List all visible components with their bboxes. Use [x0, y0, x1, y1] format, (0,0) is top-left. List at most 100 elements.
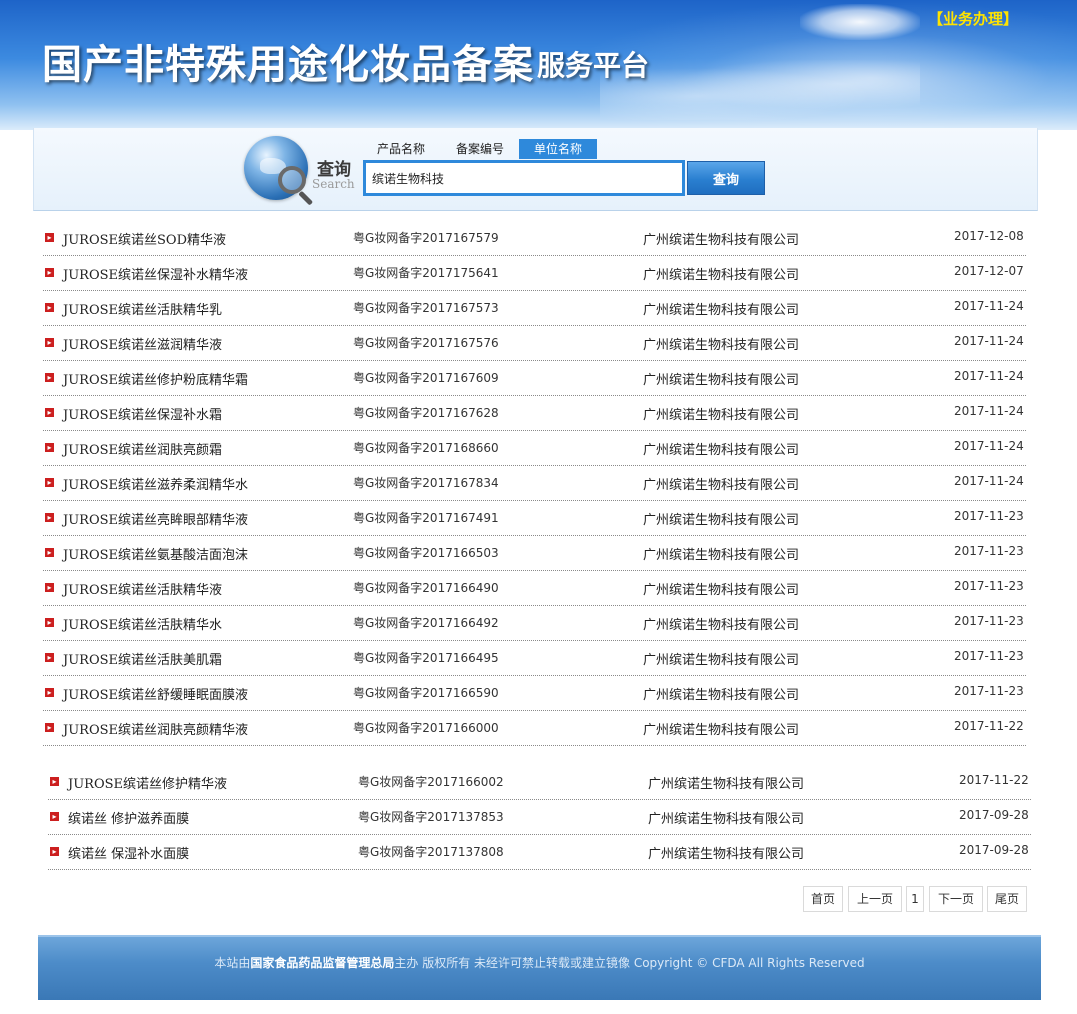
- result-company-name: 广州缤诺生物科技有限公司: [648, 777, 805, 792]
- tab-record-number[interactable]: 备案编号: [444, 139, 516, 159]
- result-product-name[interactable]: JUROSE缤诺丝亮眸眼部精华液: [63, 509, 248, 528]
- arrow-bullet-icon: ▸: [45, 478, 54, 487]
- pager-first-button[interactable]: 首页: [803, 886, 843, 912]
- result-row[interactable]: ▸ JUROSE缤诺丝活肤美肌霜 粤G妆网备字2017166495 广州缤诺生物科技有…: [43, 640, 1026, 676]
- result-record-number: 粤G妆网备字2017137853: [358, 810, 504, 824]
- arrow-bullet-icon: ▸: [50, 812, 59, 821]
- result-date: 2017-11-24: [954, 404, 1024, 418]
- arrow-bullet-icon: ▸: [45, 303, 54, 312]
- arrow-bullet-icon: ▸: [45, 233, 54, 242]
- result-date: 2017-11-24: [954, 334, 1024, 348]
- result-date: 2017-11-24: [954, 299, 1024, 313]
- result-row[interactable]: ▸ JUROSE缤诺丝活肤精华水 粤G妆网备字2017166492 广州缤诺生物科技有…: [43, 605, 1026, 641]
- pager-next-button[interactable]: 下一页: [929, 886, 983, 912]
- result-product-name[interactable]: 缤诺丝 修护滋养面膜: [68, 808, 189, 827]
- result-date: 2017-12-08: [954, 229, 1024, 243]
- result-row[interactable]: ▸ JUROSE缤诺丝SOD精华液 粤G妆网备字2017167579 广州缤诺生物科技…: [43, 220, 1026, 256]
- result-row[interactable]: ▸ JUROSE缤诺丝保湿补水霜 粤G妆网备字2017167628 广州缤诺生物科技有…: [43, 395, 1026, 431]
- arrow-bullet-icon: ▸: [45, 513, 54, 522]
- result-date: 2017-11-22: [959, 773, 1029, 787]
- result-date: 2017-12-07: [954, 264, 1024, 278]
- result-product-name[interactable]: JUROSE缤诺丝舒缓睡眠面膜液: [63, 684, 248, 703]
- search-input[interactable]: [363, 160, 685, 196]
- result-product-name[interactable]: JUROSE缤诺丝活肤精华乳: [63, 299, 222, 318]
- result-product-name[interactable]: JUROSE缤诺丝润肤亮颜霜: [63, 439, 222, 458]
- result-row[interactable]: ▸ JUROSE缤诺丝保湿补水精华液 粤G妆网备字2017175641 广州缤诺生物科…: [43, 255, 1026, 291]
- result-record-number: 粤G妆网备字2017167628: [353, 406, 499, 420]
- result-date: 2017-11-24: [954, 439, 1024, 453]
- tab-product-name[interactable]: 产品名称: [366, 139, 436, 159]
- arrow-bullet-icon: ▸: [45, 338, 54, 347]
- result-product-name[interactable]: JUROSE缤诺丝保湿补水霜: [63, 404, 222, 423]
- tab-company-name[interactable]: 单位名称: [519, 139, 597, 159]
- result-date: 2017-11-24: [954, 474, 1024, 488]
- arrow-bullet-icon: ▸: [45, 618, 54, 627]
- result-row[interactable]: ▸ JUROSE缤诺丝舒缓睡眠面膜液 粤G妆网备字2017166590 广州缤诺生物科…: [43, 675, 1026, 711]
- result-record-number: 粤G妆网备字2017166590: [353, 686, 499, 700]
- arrow-bullet-icon: ▸: [45, 443, 54, 452]
- result-product-name[interactable]: JUROSE缤诺丝活肤精华水: [63, 614, 222, 633]
- result-company-name: 广州缤诺生物科技有限公司: [643, 338, 800, 353]
- result-product-name[interactable]: JUROSE缤诺丝滋养柔润精华水: [63, 474, 248, 493]
- result-row[interactable]: ▸ 缤诺丝 保湿补水面膜 粤G妆网备字2017137808 广州缤诺生物科技有限公司 2…: [48, 834, 1031, 870]
- result-row[interactable]: ▸ JUROSE缤诺丝修护粉底精华霜 粤G妆网备字2017167609 广州缤诺生物科…: [43, 360, 1026, 396]
- result-record-number: 粤G妆网备字2017167609: [353, 371, 499, 385]
- result-date: 2017-11-23: [954, 649, 1024, 663]
- header-cloud-decoration: [800, 4, 920, 40]
- arrow-bullet-icon: ▸: [45, 653, 54, 662]
- globe-search-icon: [244, 136, 314, 206]
- arrow-bullet-icon: ▸: [45, 373, 54, 382]
- result-product-name[interactable]: JUROSE缤诺丝修护精华液: [68, 773, 227, 792]
- result-product-name[interactable]: 缤诺丝 保湿补水面膜: [68, 843, 189, 862]
- arrow-bullet-icon: ▸: [45, 408, 54, 417]
- result-row[interactable]: ▸ JUROSE缤诺丝滋润精华液 粤G妆网备字2017167576 广州缤诺生物科技有…: [43, 325, 1026, 361]
- result-record-number: 粤G妆网备字2017166002: [358, 775, 504, 789]
- site-subtitle: 服务平台: [537, 49, 650, 82]
- result-product-name[interactable]: JUROSE缤诺丝修护粉底精华霜: [63, 369, 248, 388]
- result-company-name: 广州缤诺生物科技有限公司: [643, 618, 800, 633]
- result-date: 2017-11-23: [954, 614, 1024, 628]
- result-product-name[interactable]: JUROSE缤诺丝润肤亮颜精华液: [63, 719, 248, 738]
- result-date: 2017-11-23: [954, 509, 1024, 523]
- result-company-name: 广州缤诺生物科技有限公司: [643, 373, 800, 388]
- footer-org-link[interactable]: 国家食品药品监督管理总局: [250, 956, 394, 970]
- footer-suffix: 主办 版权所有 未经许可禁止转载或建立镜像 Copyright © CFDA A…: [394, 956, 865, 970]
- result-row[interactable]: ▸ JUROSE缤诺丝活肤精华乳 粤G妆网备字2017167573 广州缤诺生物科技有…: [43, 290, 1026, 326]
- arrow-bullet-icon: ▸: [50, 777, 59, 786]
- business-link[interactable]: 【业务办理】: [928, 8, 1018, 29]
- pager-last-button[interactable]: 尾页: [987, 886, 1027, 912]
- result-company-name: 广州缤诺生物科技有限公司: [648, 847, 805, 862]
- result-row[interactable]: ▸ JUROSE缤诺丝亮眸眼部精华液 粤G妆网备字2017167491 广州缤诺生物科…: [43, 500, 1026, 536]
- result-product-name[interactable]: JUROSE缤诺丝SOD精华液: [63, 229, 226, 248]
- result-company-name: 广州缤诺生物科技有限公司: [643, 268, 800, 283]
- pager-current-page[interactable]: 1: [906, 886, 924, 912]
- result-product-name[interactable]: JUROSE缤诺丝滋润精华液: [63, 334, 222, 353]
- result-row[interactable]: ▸ JUROSE缤诺丝活肤精华液 粤G妆网备字2017166490 广州缤诺生物科技有…: [43, 570, 1026, 606]
- pager-prev-button[interactable]: 上一页: [848, 886, 902, 912]
- result-company-name: 广州缤诺生物科技有限公司: [643, 303, 800, 318]
- result-product-name[interactable]: JUROSE缤诺丝氨基酸洁面泡沫: [63, 544, 248, 563]
- result-date: 2017-11-24: [954, 369, 1024, 383]
- result-product-name[interactable]: JUROSE缤诺丝活肤美肌霜: [63, 649, 222, 668]
- result-row[interactable]: ▸ JUROSE缤诺丝修护精华液 粤G妆网备字2017166002 广州缤诺生物科技有…: [48, 764, 1031, 800]
- result-product-name[interactable]: JUROSE缤诺丝保湿补水精华液: [63, 264, 248, 283]
- result-company-name: 广州缤诺生物科技有限公司: [648, 812, 805, 827]
- result-row[interactable]: ▸ JUROSE缤诺丝滋养柔润精华水 粤G妆网备字2017167834 广州缤诺生物科…: [43, 465, 1026, 501]
- result-date: 2017-09-28: [959, 843, 1029, 857]
- result-record-number: 粤G妆网备字2017167491: [353, 511, 499, 525]
- result-record-number: 粤G妆网备字2017166000: [353, 721, 499, 735]
- result-record-number: 粤G妆网备字2017166503: [353, 546, 499, 560]
- arrow-bullet-icon: ▸: [45, 583, 54, 592]
- result-company-name: 广州缤诺生物科技有限公司: [643, 583, 800, 598]
- footer-prefix: 本站由: [214, 956, 251, 970]
- result-product-name[interactable]: JUROSE缤诺丝活肤精华液: [63, 579, 222, 598]
- result-row[interactable]: ▸ JUROSE缤诺丝氨基酸洁面泡沫 粤G妆网备字2017166503 广州缤诺生物科…: [43, 535, 1026, 571]
- result-row[interactable]: ▸ JUROSE缤诺丝润肤亮颜精华液 粤G妆网备字2017166000 广州缤诺生物科…: [43, 710, 1026, 746]
- result-record-number: 粤G妆网备字2017137808: [358, 845, 504, 859]
- result-date: 2017-11-22: [954, 719, 1024, 733]
- result-row[interactable]: ▸ 缤诺丝 修护滋养面膜 粤G妆网备字2017137853 广州缤诺生物科技有限公司 2…: [48, 799, 1031, 835]
- site-footer: 本站由国家食品药品监督管理总局主办 版权所有 未经许可禁止转载或建立镜像 Cop…: [38, 935, 1041, 1000]
- search-button[interactable]: 查询: [687, 161, 765, 195]
- result-row[interactable]: ▸ JUROSE缤诺丝润肤亮颜霜 粤G妆网备字2017168660 广州缤诺生物科技有…: [43, 430, 1026, 466]
- result-company-name: 广州缤诺生物科技有限公司: [643, 688, 800, 703]
